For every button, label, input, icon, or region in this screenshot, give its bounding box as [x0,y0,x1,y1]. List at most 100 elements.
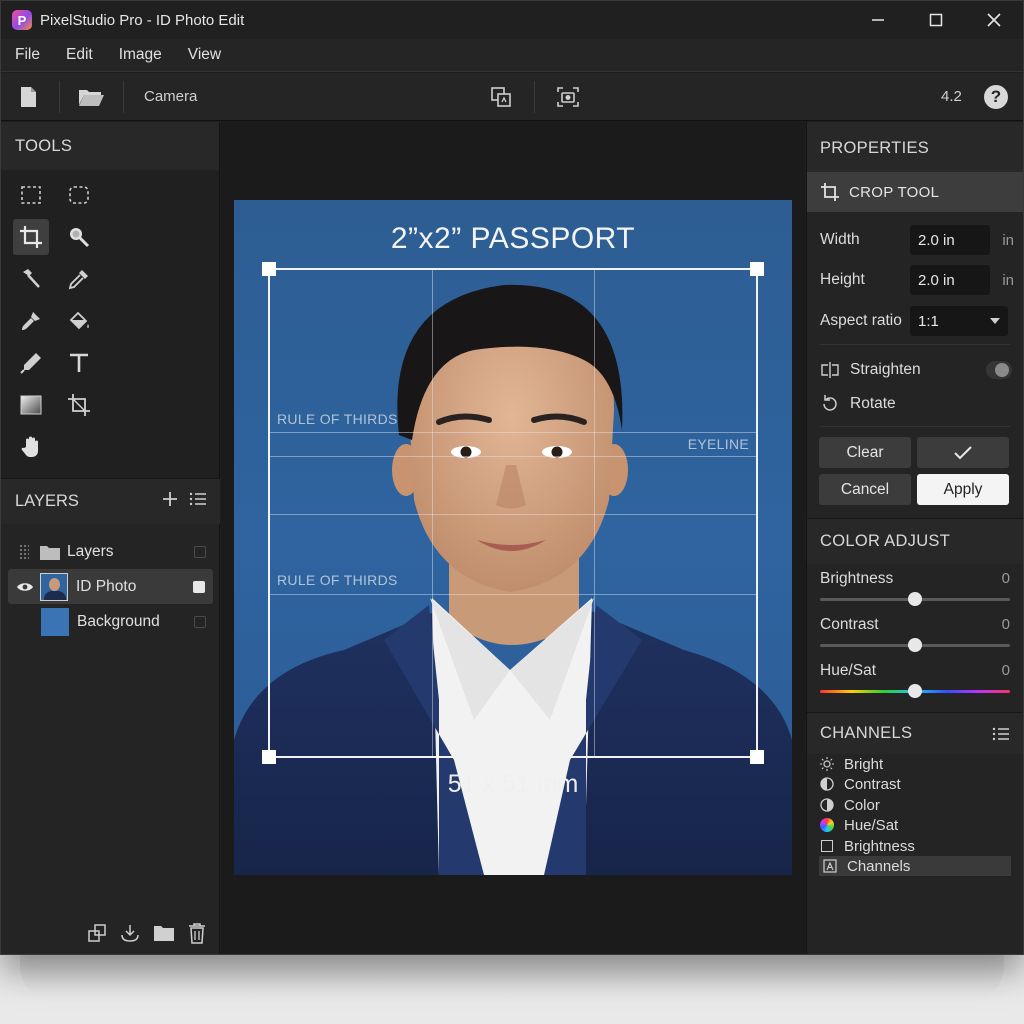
help-button[interactable]: ? [984,85,1008,109]
cancel-button[interactable]: Cancel [819,474,911,505]
perspective-crop-tool[interactable] [61,387,97,423]
menu-image[interactable]: Image [119,46,162,64]
channel-label: Color [844,796,880,814]
slider-track[interactable] [820,638,1010,652]
close-button[interactable] [965,1,1023,39]
rotate-icon [823,395,837,411]
aspect-ratio-row: Aspect ratio 1:1 [820,306,1014,336]
width-input[interactable]: 2.0 in [910,225,990,255]
rotate-row[interactable]: Rotate [820,389,1014,419]
aspect-ratio-value: 1:1 [918,312,939,330]
channels-section: CHANNELS Bright Contrast Color Hue/Sat B… [807,712,1023,882]
slider-value: 0 [1001,662,1010,679]
hue-sat-slider[interactable]: Hue/Sat 0 [820,662,1010,698]
straighten-toggle[interactable] [986,361,1012,379]
open-folder-button[interactable] [77,85,105,109]
brush-tool[interactable] [13,303,49,339]
layer-row-background[interactable]: Background [1,604,220,639]
fill-tool[interactable] [61,303,97,339]
rect-marquee-icon [21,186,41,204]
paint-bucket-icon [69,311,89,330]
crop-handle-bottom-right[interactable] [750,750,764,764]
eyedropper-tool[interactable] [61,261,97,297]
layer-group-row[interactable]: Layers [1,534,220,569]
duplicate-button[interactable] [489,85,513,109]
slider-track[interactable] [820,592,1010,606]
width-unit: in [1002,231,1014,249]
hand-tool[interactable] [13,429,49,465]
channel-item-hue-sat[interactable]: Hue/Sat [820,815,1010,835]
layer-label: Layers [67,542,114,560]
layer-lock-checkbox[interactable] [194,615,206,628]
maximize-button[interactable] [907,1,965,39]
id-photo-canvas[interactable]: 2”x2” PASSPORT RULE OF THIRDS EYELINE RU… [234,200,792,875]
slider-track[interactable] [820,684,1010,698]
channel-item-contrast[interactable]: Contrast [820,774,1010,794]
photo-title: 2”x2” PASSPORT [390,222,636,255]
folder-open-icon [79,90,104,106]
right-panel: PROPERTIES CROP TOOL Width 2.0 in in Hei… [806,122,1023,954]
aspect-ratio-select[interactable]: 1:1 [910,306,1008,336]
rotate-label: Rotate [850,395,896,412]
camera-button[interactable]: Camera [144,88,197,105]
guide-label: RULE OF THIRDS [277,411,398,427]
layers-menu-button[interactable] [189,490,207,514]
menu-view[interactable]: View [188,46,221,64]
color-icon [820,798,834,812]
title-bar: P PixelStudio Pro - ID Photo Edit [1,1,1023,39]
eye-icon[interactable] [16,581,34,593]
gradient-tool[interactable] [13,387,49,423]
layer-mask-icon[interactable] [193,580,205,593]
snapshot-button[interactable] [556,85,580,109]
crop-handle-top-right[interactable] [750,262,764,276]
drag-handle-icon[interactable] [19,543,29,560]
channel-item-channels[interactable]: Channels [819,856,1011,876]
channel-item-brightness[interactable]: Brightness [820,836,1010,856]
slider-thumb[interactable] [908,592,922,606]
slider-thumb[interactable] [908,638,922,652]
color-adjust-title: COLOR ADJUST [807,518,1023,564]
menu-file[interactable]: File [15,46,40,64]
confirm-button[interactable] [917,437,1009,468]
guide-label: RULE OF THIRDS [277,572,398,588]
add-layer-button[interactable] [161,490,179,514]
layer-lock-checkbox[interactable] [194,545,206,558]
app-window: P PixelStudio Pro - ID Photo Edit File E… [0,0,1024,955]
brush-icon [22,312,40,330]
channel-item-bright[interactable]: Bright [820,754,1010,774]
merge-layer-button[interactable] [119,923,141,948]
crop-handle-top-left[interactable] [262,262,276,276]
new-file-button[interactable] [16,85,40,109]
channel-item-color[interactable]: Color [820,795,1010,815]
contrast-slider[interactable]: Contrast 0 [820,616,1010,652]
magnifier-icon [70,228,90,248]
slider-value: 0 [1001,570,1010,587]
crop-tool[interactable] [13,219,49,255]
apply-button[interactable]: Apply [917,474,1009,505]
slider-thumb[interactable] [908,684,922,698]
slider-value: 0 [1001,616,1010,633]
new-layer-button[interactable] [87,923,107,948]
list-icon[interactable] [992,726,1010,742]
close-icon [987,13,1001,27]
brightness-slider[interactable]: Brightness 0 [820,570,1010,606]
channels-title: CHANNELS [820,724,913,742]
delete-layer-button[interactable] [187,922,207,949]
pen-tool[interactable] [13,345,49,381]
crop-handle-bottom-left[interactable] [262,750,276,764]
layers-panel: LAYERS Layers ID Photo Background [1,478,220,639]
rect-select-tool[interactable] [13,177,49,213]
clear-button[interactable]: Clear [819,437,911,468]
hammer-tool[interactable] [13,261,49,297]
minimize-button[interactable] [849,1,907,39]
text-tool[interactable] [61,345,97,381]
rounded-select-tool[interactable] [61,177,97,213]
zoom-tool[interactable] [61,219,97,255]
height-input[interactable]: 2.0 in [910,265,990,295]
menu-edit[interactable]: Edit [66,46,93,64]
layer-row-id-photo[interactable]: ID Photo [8,569,213,604]
new-group-button[interactable] [153,923,175,948]
trash-icon [189,923,205,944]
crop-box[interactable]: RULE OF THIRDS EYELINE RULE OF THIRDS [262,262,764,764]
plus-icon [163,491,177,506]
